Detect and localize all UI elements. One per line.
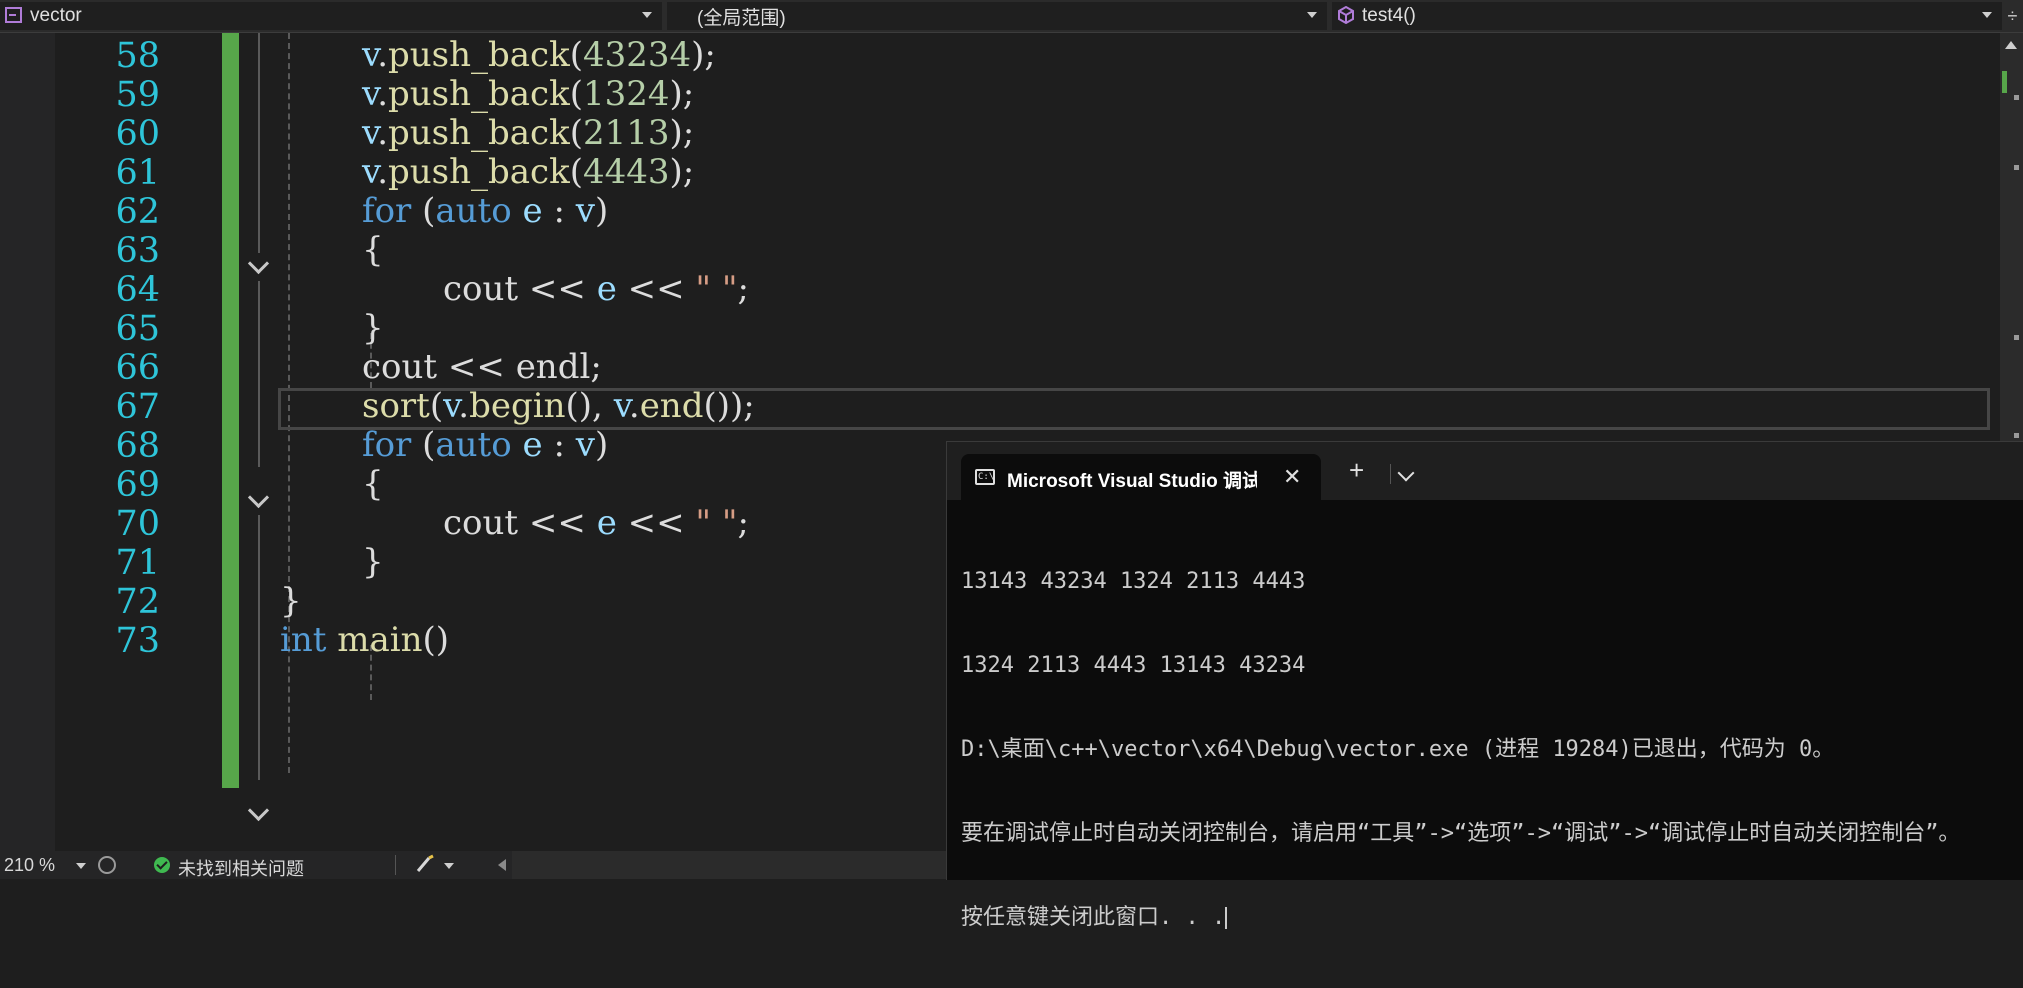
- console-title-bar: C:\ Microsoft Visual Studio 调试控制台 ✕ +: [947, 442, 2023, 500]
- fold-chevron-icon[interactable]: [247, 803, 271, 823]
- console-tab-title: Microsoft Visual Studio 调试控制台: [1007, 471, 1257, 492]
- zoom-dropdown-icon[interactable]: [76, 863, 86, 869]
- text-cursor: [1225, 907, 1228, 929]
- code-line-69: {: [362, 464, 384, 504]
- console-line-prompt: 按任意键关闭此窗口. . .: [961, 904, 2023, 932]
- scroll-left-icon[interactable]: [498, 859, 506, 871]
- separator: [1390, 464, 1391, 484]
- change-tracking-bar: [222, 33, 239, 788]
- method-cube-icon: [1338, 6, 1354, 24]
- code-line-64: cout << e << " ";: [443, 269, 749, 309]
- code-line-68: for (auto e : v): [362, 425, 609, 465]
- line-number: 73: [115, 621, 160, 661]
- close-tab-icon[interactable]: ✕: [1283, 464, 1301, 490]
- separator: [395, 855, 396, 875]
- overview-marker: [2014, 433, 2019, 438]
- code-line-73: int main(): [280, 620, 450, 660]
- function-name: test4(): [1362, 5, 1416, 26]
- console-line: 13143 43234 1324 2113 4443: [961, 569, 1306, 594]
- overview-marker: [2014, 335, 2019, 340]
- code-line-63: {: [362, 230, 384, 270]
- chevron-down-icon[interactable]: [1397, 464, 1415, 482]
- horizontal-scrollbar[interactable]: [512, 851, 950, 879]
- scope-name: (全局范围): [697, 7, 786, 29]
- console-line: D:\桌面\c++\vector\x64\Debug\vector.exe (进…: [961, 737, 1835, 762]
- outline-guide: [258, 33, 260, 253]
- fold-chevron-icon[interactable]: [247, 490, 271, 510]
- scope-dropdown[interactable]: (全局范围): [667, 2, 1327, 30]
- split-window-icon[interactable]: ÷: [2004, 6, 2021, 26]
- debug-console-window[interactable]: C:\ Microsoft Visual Studio 调试控制台 ✕ + 13…: [946, 441, 2023, 930]
- overview-marker: [2014, 165, 2019, 170]
- overview-marker: [2014, 95, 2019, 100]
- change-marker: [2002, 71, 2007, 93]
- console-prompt-text: 按任意键关闭此窗口. . .: [961, 905, 1226, 930]
- check-circle-icon: [154, 857, 170, 873]
- console-line: 1324 2113 4443 13143 43234: [961, 653, 1306, 678]
- cleanup-dropdown-icon[interactable]: [444, 863, 454, 869]
- intellicode-icon[interactable]: [98, 856, 116, 874]
- fold-chevron-icon[interactable]: [247, 256, 271, 276]
- project-dropdown[interactable]: vector: [0, 2, 662, 30]
- function-dropdown[interactable]: test4(): [1332, 2, 2002, 30]
- indicator-margin: [0, 33, 55, 851]
- issues-status[interactable]: 未找到相关问题: [178, 855, 304, 881]
- navigation-bar: vector (全局范围) test4() ÷: [0, 0, 2023, 33]
- brush-icon[interactable]: [415, 854, 437, 874]
- scroll-up-icon[interactable]: [2005, 41, 2017, 49]
- chevron-down-icon: [642, 12, 652, 18]
- new-tab-icon[interactable]: +: [1349, 457, 1364, 483]
- outline-guide: [258, 281, 260, 467]
- outline-guide: [258, 515, 260, 780]
- console-tab[interactable]: C:\ Microsoft Visual Studio 调试控制台 ✕: [961, 454, 1321, 500]
- console-output: 13143 43234 1324 2113 4443 1324 2113 444…: [961, 512, 2023, 988]
- code-line-71: }: [362, 542, 384, 582]
- editor-status-bar: 210 % 未找到相关问题: [0, 851, 950, 879]
- code-line-62: for (auto e : v): [362, 191, 609, 231]
- code-line-70: cout << e << " ";: [443, 503, 749, 543]
- project-icon: [5, 7, 22, 23]
- project-name: vector: [30, 5, 82, 26]
- chevron-down-icon: [1307, 12, 1317, 18]
- chevron-down-icon: [1982, 12, 1992, 18]
- terminal-icon: C:\: [975, 469, 995, 485]
- console-line: 要在调试停止时自动关闭控制台，请启用“工具”->“选项”->“调试”->“调试停…: [961, 821, 1961, 846]
- zoom-level[interactable]: 210 %: [4, 855, 55, 876]
